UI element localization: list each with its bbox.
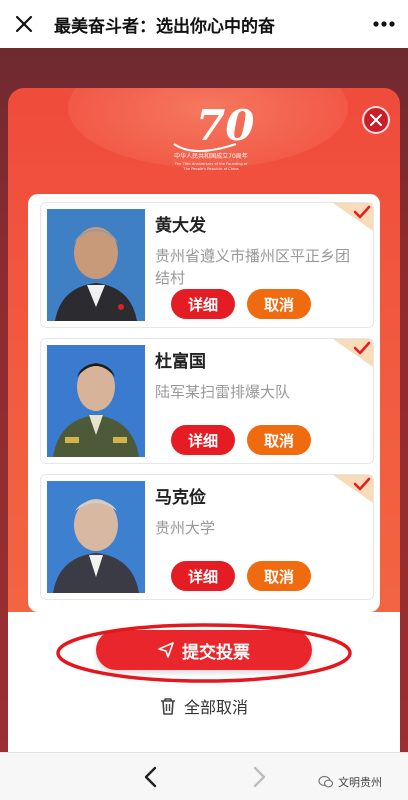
candidate-name: 杜富国 [155, 352, 206, 372]
close-page-button[interactable] [0, 0, 48, 48]
svg-text:70: 70 [196, 101, 254, 150]
cancel-button[interactable]: 取消 [247, 425, 311, 455]
watermark: 文明贵州 [318, 774, 382, 790]
trash-icon [160, 698, 175, 715]
cancel-all-button[interactable]: 全部取消 [0, 692, 408, 720]
candidate-name: 黄大发 [155, 216, 206, 236]
more-dots-icon [373, 21, 395, 27]
candidate-photo [47, 345, 145, 457]
svg-text:中华人民共和国成立70周年: 中华人民共和国成立70周年 [174, 152, 248, 160]
top-nav-bar: 最美奋斗者：选出你心中的奋 [0, 0, 408, 48]
candidate-list: 黄大发 贵州省遵义市播州区平正乡团结村 详细 取消 杜富国 陆军某扫雷排爆大队 … [28, 194, 380, 612]
cancel-all-label: 全部取消 [183, 698, 248, 717]
modal-close-button[interactable] [362, 106, 390, 134]
candidate-photo [47, 209, 145, 321]
forward-arrow-icon[interactable] [246, 763, 272, 791]
back-arrow-icon[interactable] [138, 763, 164, 791]
wechat-icon [318, 775, 334, 788]
close-icon [370, 114, 382, 126]
candidate-description: 陆军某扫雷排爆大队 [155, 383, 291, 401]
highlight-ellipse [56, 623, 352, 683]
detail-button[interactable]: 详细 [171, 289, 235, 319]
selected-check-icon [333, 203, 373, 231]
anniversary-logo: 70 中华人民共和国成立70周年 The 70th Anniversary of… [173, 101, 254, 171]
detail-button[interactable]: 详细 [171, 561, 235, 591]
selected-check-icon [333, 475, 373, 503]
selected-check-icon [333, 339, 373, 367]
candidate-name: 马克俭 [155, 488, 206, 508]
candidate-card: 马克俭 贵州大学 详细 取消 [40, 474, 374, 600]
watermark-text: 文明贵州 [338, 776, 382, 789]
cancel-button[interactable]: 取消 [247, 561, 311, 591]
candidate-card: 黄大发 贵州省遵义市播州区平正乡团结村 详细 取消 [40, 202, 374, 328]
candidate-description: 贵州省遵义市播州区平正乡团结村 [155, 247, 351, 287]
svg-text:The 70th Anniversary of the Fo: The 70th Anniversary of the Founding of [174, 162, 248, 166]
page-title: 最美奋斗者：选出你心中的奋 [54, 16, 275, 37]
cancel-button[interactable]: 取消 [247, 289, 311, 319]
more-options-button[interactable] [360, 0, 408, 48]
detail-button[interactable]: 详细 [171, 425, 235, 455]
candidate-card: 杜富国 陆军某扫雷排爆大队 详细 取消 [40, 338, 374, 464]
svg-text:The People's Republic of China: The People's Republic of China [182, 167, 238, 171]
close-icon [15, 15, 33, 33]
candidate-photo [47, 481, 145, 593]
candidate-description: 贵州大学 [155, 519, 216, 537]
